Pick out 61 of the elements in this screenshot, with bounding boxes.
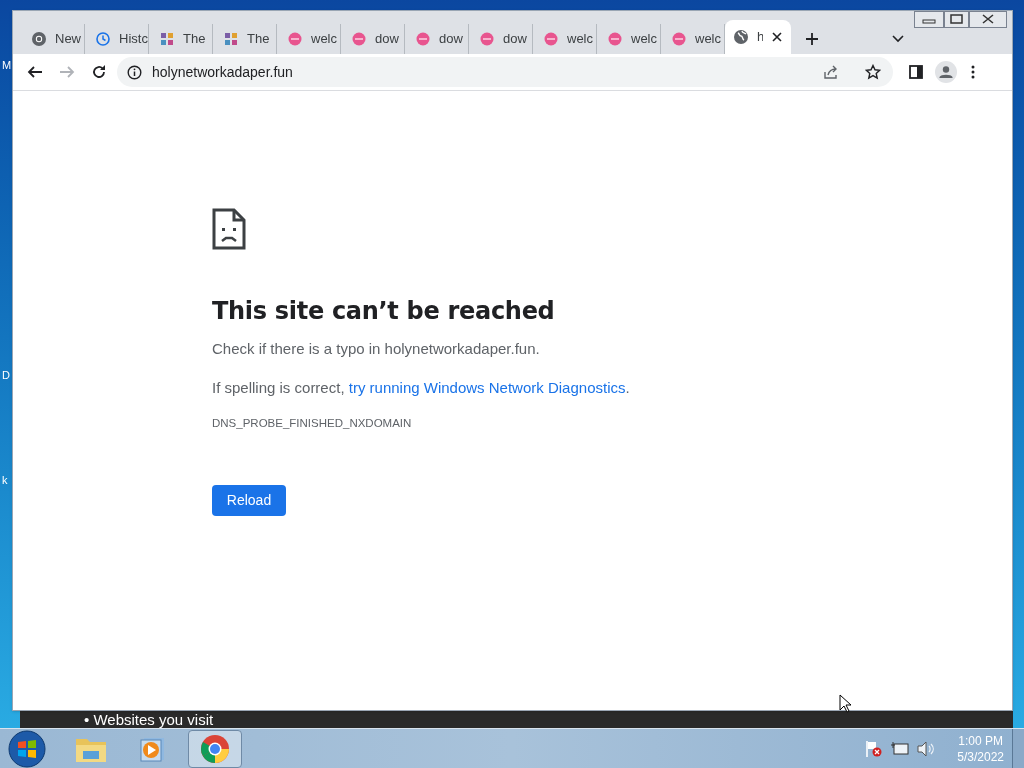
round-site-icon xyxy=(607,31,623,47)
close-icon[interactable] xyxy=(969,11,1007,28)
tab-title: welc xyxy=(311,30,337,49)
start-button[interactable] xyxy=(8,729,46,768)
new-tab-icon[interactable] xyxy=(805,32,819,46)
round-site-icon xyxy=(287,31,303,47)
url-text: holynetworkadaper.fun xyxy=(152,62,293,82)
tab-title: The xyxy=(247,30,270,49)
error-code: DNS_PROBE_FINISHED_NXDOMAIN xyxy=(212,416,412,431)
tab-search-icon[interactable] xyxy=(892,35,904,43)
desktop-icon-label: D xyxy=(2,370,10,381)
tab-title: dow xyxy=(439,30,463,49)
globe-icon xyxy=(733,29,749,45)
round-site-icon xyxy=(543,31,559,47)
side-panel-icon[interactable] xyxy=(909,65,923,79)
minimize-icon[interactable] xyxy=(914,11,944,28)
diagnostics-link[interactable]: try running Windows Network Diagnostics xyxy=(348,379,626,396)
clock-icon xyxy=(95,31,111,47)
action-center-flag-icon[interactable] xyxy=(865,739,884,758)
clock-date: 5/3/2022 xyxy=(957,748,1004,765)
tab-title: welc xyxy=(567,30,593,49)
clock-time: 1:00 PM xyxy=(958,732,1003,749)
address-bar[interactable]: holynetworkadaper.fun xyxy=(117,57,893,87)
tab-title: Histc xyxy=(119,30,148,49)
chrome-logo-icon xyxy=(200,733,230,764)
star-icon[interactable] xyxy=(865,64,881,80)
tab-title: welc xyxy=(631,30,657,49)
tab-title: New xyxy=(55,30,81,49)
bullet-text: • Websites you visit xyxy=(84,711,214,728)
volume-icon[interactable] xyxy=(917,740,936,757)
round-site-icon xyxy=(415,31,431,47)
colorful-squares-icon xyxy=(159,31,175,47)
round-site-icon xyxy=(351,31,367,47)
tab-title: dow xyxy=(375,30,399,49)
maximize-icon[interactable] xyxy=(944,11,969,28)
colorful-squares-icon xyxy=(223,31,239,47)
info-icon[interactable] xyxy=(127,64,142,80)
close-icon[interactable] xyxy=(771,31,783,43)
reload-button[interactable]: Reload xyxy=(212,485,286,516)
share-icon[interactable] xyxy=(823,64,839,80)
round-site-icon xyxy=(479,31,495,47)
menu-icon[interactable] xyxy=(971,65,975,79)
chrome-logo-icon xyxy=(31,31,47,47)
network-icon[interactable] xyxy=(891,740,910,757)
suggestion-text: If spelling is correct, try running Windows Network Diagnostics. xyxy=(212,378,630,398)
taskbar-button[interactable] xyxy=(188,729,242,768)
reload-icon[interactable] xyxy=(91,64,107,80)
profile-icon[interactable] xyxy=(935,61,957,83)
back-icon[interactable] xyxy=(27,64,43,80)
browser-tab[interactable]: h xyxy=(725,20,791,54)
show-desktop-button[interactable] xyxy=(1012,728,1024,768)
hint-text: Check if there is a typo in holynetworkadaper.fun. xyxy=(212,339,540,359)
tab-title: h xyxy=(757,28,763,47)
tab-title: welc xyxy=(695,30,721,49)
sad-document-icon xyxy=(212,208,246,250)
error-heading: This site can’t be reached xyxy=(212,296,555,326)
tab-title: dow xyxy=(503,30,527,49)
round-site-icon xyxy=(671,31,687,47)
desktop-icon-label: M xyxy=(2,60,12,71)
desktop-icon-label: k xyxy=(2,475,8,486)
tab-title: The xyxy=(183,30,206,49)
